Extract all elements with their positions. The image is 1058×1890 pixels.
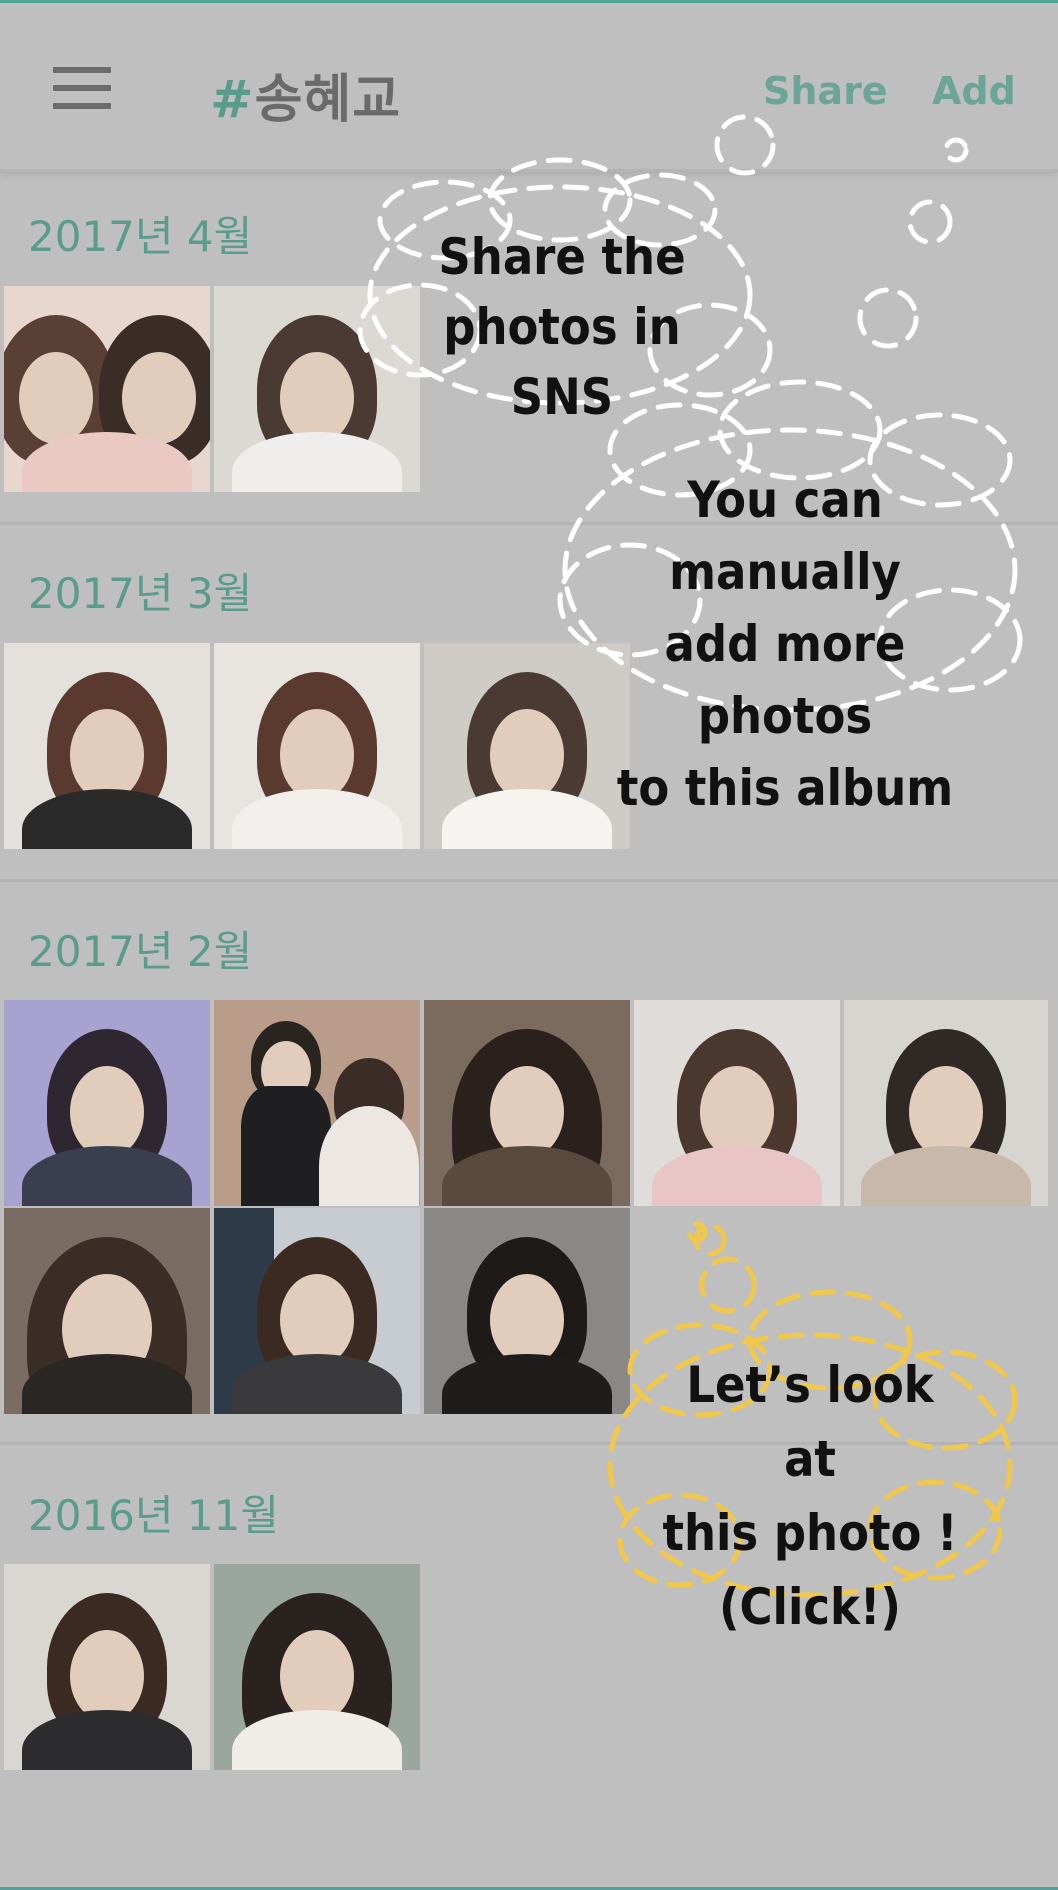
photo-thumbnail[interactable] <box>844 1000 1048 1206</box>
callout-line: to this album <box>616 759 954 817</box>
photo-thumbnail[interactable] <box>4 286 210 492</box>
callout-line: this photo ! <box>662 1504 958 1562</box>
photo-thumbnail[interactable] <box>214 643 420 849</box>
look-callout: Let’s look at this photo ! (Click!) <box>655 1348 965 1644</box>
photo-thumbnail[interactable] <box>214 1208 420 1414</box>
share-button[interactable]: Share <box>763 69 888 113</box>
callout-line: photos in SNS <box>443 298 681 426</box>
section-title: 2017년 2월 <box>28 927 253 976</box>
app-bar: #송혜교 Share Add <box>0 3 1058 172</box>
photo-thumbnail[interactable] <box>634 1000 840 1206</box>
callout-line: Let’s look at <box>686 1356 934 1488</box>
photo-thumbnail[interactable] <box>4 1000 210 1206</box>
add-callout: You can manually add more photos to this… <box>585 464 985 824</box>
title-hash: # <box>210 70 255 130</box>
section-title: 2016년 11월 <box>28 1491 279 1540</box>
photo-thumbnail[interactable] <box>4 643 210 849</box>
callout-line: add more photos <box>664 615 906 745</box>
hamburger-menu-icon[interactable] <box>53 67 111 109</box>
section-title: 2017년 4월 <box>28 212 253 261</box>
callout-line: (Click!) <box>718 1578 901 1636</box>
callout-line: Share the <box>438 228 686 286</box>
photo-thumbnail[interactable] <box>424 1000 630 1206</box>
title-text: 송혜교 <box>254 70 402 130</box>
section-title: 2017년 3월 <box>28 569 253 618</box>
photo-thumbnail[interactable] <box>424 1208 630 1414</box>
share-callout: Share the photos in SNS <box>402 222 722 432</box>
album-title: #송혜교 <box>210 57 401 132</box>
photo-thumbnail[interactable] <box>214 286 420 492</box>
photo-thumbnail[interactable] <box>4 1208 210 1414</box>
add-button[interactable]: Add <box>932 69 1016 113</box>
callout-line: You can manually <box>669 471 901 601</box>
photo-thumbnail[interactable] <box>4 1564 210 1770</box>
photo-thumbnail[interactable] <box>214 1000 420 1206</box>
photo-thumbnail[interactable] <box>214 1564 420 1770</box>
section-divider <box>0 879 1058 882</box>
